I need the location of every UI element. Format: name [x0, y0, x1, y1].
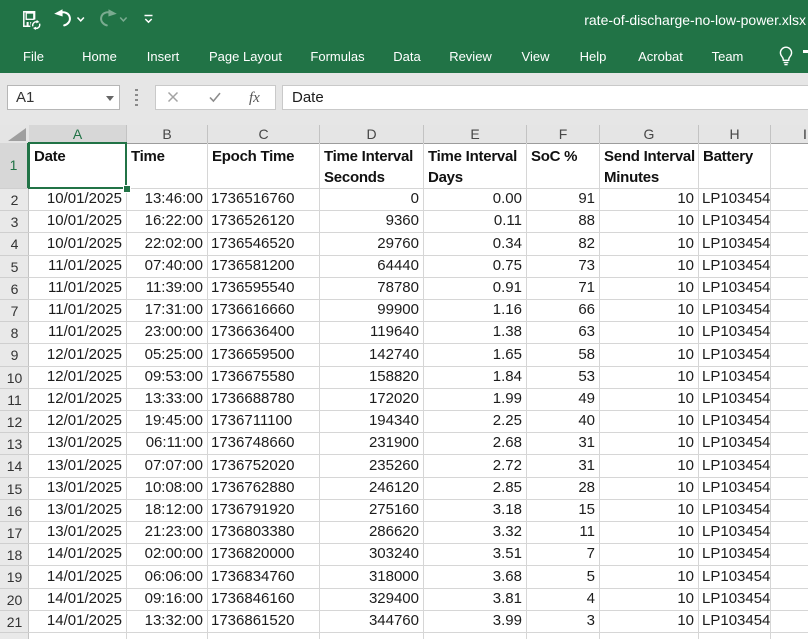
- svg-text:fx: fx: [249, 90, 260, 106]
